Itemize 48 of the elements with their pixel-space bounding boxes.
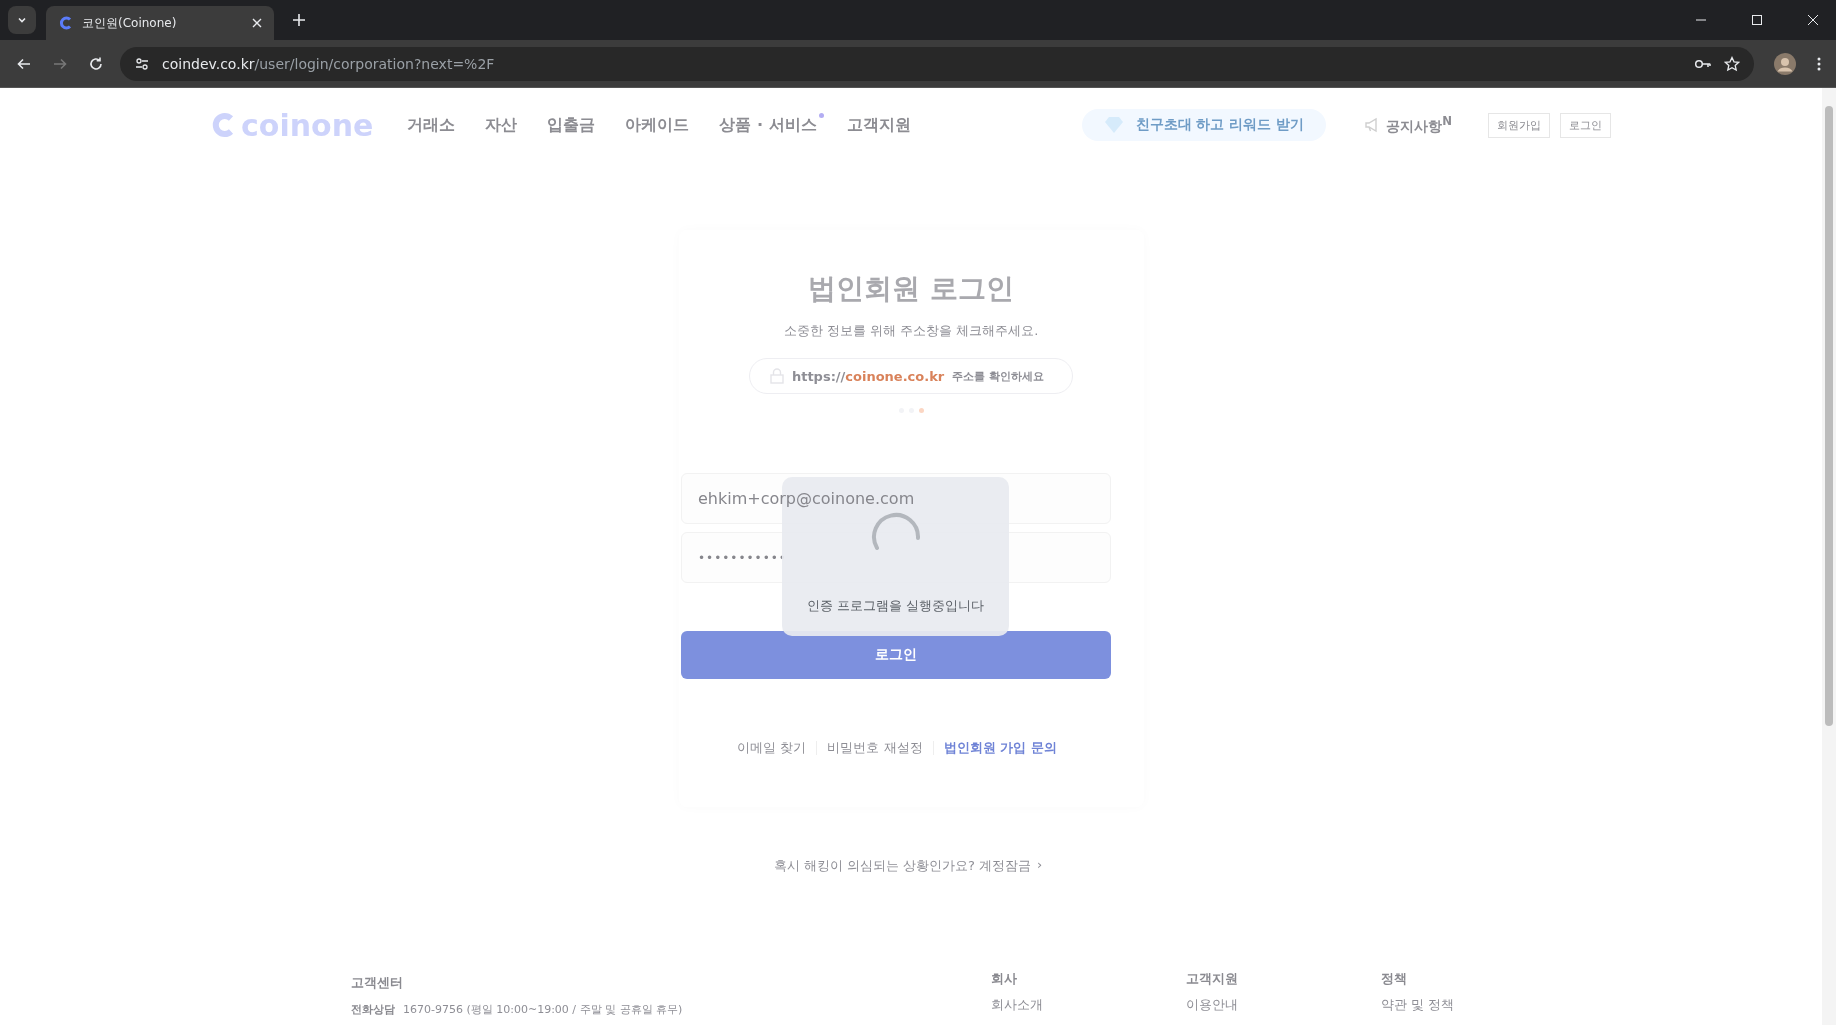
nav-link[interactable]: 아케이드 — [625, 114, 690, 136]
new-tab-icon[interactable] — [292, 13, 306, 27]
account-lock-link[interactable]: 혹시 해킹이 의심되는 상황인가요? 계정잠금 — [773, 857, 1032, 875]
subtitle: 소중한 정보를 위해 주소창을 체크해주세요. — [783, 322, 1039, 340]
chevron-icon: › — [1037, 857, 1043, 875]
footer-heading: 고객지원 — [1186, 970, 1239, 988]
avatar-icon[interactable] — [1774, 52, 1796, 75]
text-link[interactable]: 법인회원 가입 문의 — [943, 739, 1057, 757]
loading-message: 인증 프로그램을 실행중입니다 — [806, 597, 985, 615]
nav-link[interactable]: 자산 — [485, 114, 518, 136]
address-bar[interactable]: coindev.co.kr/user/login/corporation?next=%2F — [120, 46, 1754, 81]
maximize-icon[interactable] — [1751, 14, 1763, 26]
menu-icon[interactable] — [1816, 55, 1822, 72]
tab-search-button[interactable] — [8, 6, 36, 34]
text-link[interactable]: 비밀번호 재설정 — [827, 739, 923, 757]
close-icon[interactable] — [1807, 14, 1819, 26]
nav-link[interactable]: 거래소 — [407, 114, 456, 136]
promo-banner[interactable]: 친구초대 하고 리워드 받기 — [1081, 109, 1327, 141]
url-text: https://coinone.co.kr — [791, 368, 945, 384]
nav-link[interactable]: 입출금 — [547, 114, 596, 136]
nav-link[interactable]: 고객지원 — [846, 114, 911, 136]
header-button[interactable]: 회원가입 — [1488, 112, 1550, 138]
browser-tab[interactable]: 코인원(Coinone) — [46, 6, 274, 40]
star-icon[interactable] — [1724, 55, 1740, 72]
notice-link[interactable]: 공지사항$^{N}$ — [1386, 114, 1452, 136]
url-text: coindev.co.kr/user/login/corporation?next=%2F — [162, 55, 495, 72]
phone-label: 전화상담 — [351, 1002, 395, 1017]
page-title: 법인회원 로그인 — [808, 271, 1014, 307]
diamond-icon — [1103, 116, 1124, 134]
close-icon[interactable] — [252, 18, 262, 28]
footer-heading: 정책 — [1381, 970, 1408, 988]
header-button[interactable]: 로그인 — [1560, 112, 1611, 138]
login-button[interactable]: 로그인 — [681, 631, 1111, 679]
footer-heading: 고객센터 — [351, 974, 404, 992]
text-link[interactable]: 이메일 찾기 — [737, 739, 807, 757]
nav-link[interactable]: 상품 · 서비스 — [719, 114, 817, 136]
footer-link[interactable]: 이용안내 — [1186, 996, 1381, 1014]
lock-icon — [769, 368, 784, 384]
footer-heading: 회사 — [991, 970, 1018, 988]
reload-icon[interactable] — [88, 55, 104, 72]
phone-hours: 1670-9756 (평일 10:00~19:00 / 주말 및 공휴일 휴무) — [403, 1002, 683, 1017]
scrollbar[interactable] — [1822, 88, 1836, 1025]
footer-link[interactable]: 회사소개 — [991, 996, 1186, 1014]
favicon-icon — [58, 15, 74, 31]
carousel-dot[interactable] — [918, 408, 924, 413]
hint-text: 주소를 확인하세요 — [952, 368, 1045, 384]
site-settings-icon[interactable] — [134, 55, 150, 72]
footer-link[interactable]: 약관 및 정책 — [1381, 996, 1576, 1014]
